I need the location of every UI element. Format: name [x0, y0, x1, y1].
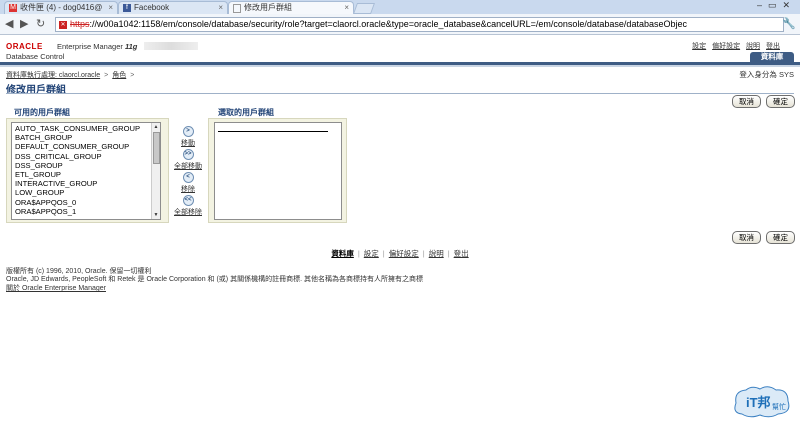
reload-icon[interactable]: ↻ [36, 17, 45, 30]
breadcrumb-separator: > [130, 72, 135, 79]
move-button[interactable]: > 移動 [168, 126, 208, 148]
footer-links: 資料庫 | 設定 | 偏好設定 | 說明 | 登出 [0, 248, 800, 259]
list-item[interactable]: INTERACTIVE_GROUP [12, 179, 160, 188]
close-icon[interactable]: × [218, 2, 223, 14]
tab-label: 修改用戶群組 [244, 3, 292, 12]
page-icon [233, 4, 241, 13]
browser-tab-facebook[interactable]: f Facebook × [118, 1, 228, 15]
new-tab-button[interactable] [352, 3, 376, 14]
title-divider [6, 93, 794, 94]
tab-label: Facebook [134, 3, 170, 12]
footer-separator: | [422, 249, 425, 258]
tab-label: 收件匣 (4) - dog0416@ [20, 3, 103, 12]
empty-placeholder-line [218, 131, 328, 132]
insecure-lock-icon: ✕ [59, 20, 67, 29]
global-links: 設定 偏好設定 說明 登出 [688, 41, 780, 51]
list-item[interactable]: DSS_GROUP [12, 161, 160, 170]
url-input[interactable]: ✕ https://w00a1042:1158/em/console/databa… [55, 17, 784, 32]
product-version: 11g [124, 42, 138, 51]
wrench-icon[interactable]: 🔧 [782, 17, 796, 30]
gmail-icon: M [9, 4, 17, 12]
cancel-button-bottom[interactable]: 取消 [732, 231, 761, 244]
remove-all-button[interactable]: << 全部移除 [168, 195, 208, 217]
move-all-icon: >> [182, 149, 194, 160]
list-item[interactable]: DEFAULT_CONSUMER_GROUP [12, 142, 160, 151]
move-icon: > [182, 126, 194, 137]
product-name: Enterprise Manager [57, 42, 123, 51]
list-item[interactable]: AUTO_TASK_CONSUMER_GROUP [12, 124, 160, 133]
window-controls[interactable]: –▭✕ [757, 0, 796, 11]
global-link-preferences[interactable]: 偏好設定 [712, 43, 740, 50]
list-item[interactable]: ORA$APPQOS_0 [12, 198, 160, 207]
remove-icon: < [182, 172, 194, 183]
scroll-up-icon[interactable]: ▲ [152, 123, 160, 131]
move-label: 移動 [181, 140, 195, 147]
global-link-setup[interactable]: 設定 [692, 43, 706, 50]
back-icon[interactable]: ◀ [5, 17, 13, 30]
move-all-button[interactable]: >> 全部移動 [168, 149, 208, 171]
selected-groups-label: 選取的用戶群組 [218, 108, 274, 117]
footer-separator: | [447, 249, 450, 258]
move-all-label: 全部移動 [174, 163, 202, 170]
watermark-text-2: 幫忙 [772, 402, 786, 411]
scroll-thumb[interactable] [153, 132, 160, 164]
list-item[interactable]: DSS_CRITICAL_GROUP [12, 152, 160, 161]
footer-separator: | [357, 249, 360, 258]
footer-link-preferences[interactable]: 偏好設定 [389, 249, 419, 258]
login-status: 登入身分為 SYS [739, 70, 794, 79]
facebook-icon: f [123, 4, 131, 12]
oracle-logo: ORACLE [6, 42, 43, 51]
address-bar: ◀ ▶ ↻ ✕ https://w00a1042:1158/em/console/… [0, 14, 800, 35]
scroll-down-icon[interactable]: ▼ [152, 211, 160, 219]
breadcrumb-roles[interactable]: 角色 [112, 72, 126, 79]
breadcrumb-database-instance[interactable]: 資料庫執行處理: claorcl.oracle [6, 72, 100, 79]
browser-tab-bar: M 收件匣 (4) - dog0416@ × f Facebook × 修改用戶群組 × … [0, 0, 800, 15]
list-item[interactable]: ORA$APPQOS_1 [12, 207, 160, 216]
list-item[interactable]: ETL_GROUP [12, 170, 160, 179]
blurred-host [144, 42, 198, 50]
footer-separator: | [382, 249, 385, 258]
list-item[interactable]: BATCH_GROUP [12, 133, 160, 142]
scrollbar[interactable]: ▲ ▼ [151, 123, 160, 219]
global-link-help[interactable]: 說明 [746, 43, 760, 50]
available-groups-list[interactable]: AUTO_TASK_CONSUMER_GROUP BATCH_GROUP DEFAU… [11, 122, 161, 220]
remove-all-label: 全部移除 [174, 209, 202, 216]
footer-link-help[interactable]: 說明 [429, 249, 444, 258]
url-path: ://w00a1042:1158/em/console/database/sec… [89, 19, 687, 29]
about-link[interactable]: 關於 Oracle Enterprise Manager [6, 283, 106, 293]
watermark-text-1: iT邦 [746, 395, 771, 410]
cancel-button-top[interactable]: 取消 [732, 95, 761, 108]
product-title: Enterprise Manager 11g [57, 42, 137, 51]
global-link-logout[interactable]: 登出 [766, 43, 780, 50]
ok-button-bottom[interactable]: 確定 [766, 231, 795, 244]
available-groups-label: 可用的用戶群組 [14, 108, 70, 117]
header-divider-light [0, 65, 800, 67]
remove-all-icon: << [182, 195, 194, 206]
tab-database[interactable]: 資料庫 [750, 52, 794, 62]
list-item[interactable]: LOW_GROUP [12, 188, 160, 197]
forward-icon[interactable]: ▶ [20, 17, 28, 30]
breadcrumb: 資料庫執行處理: claorcl.oracle > 角色 > [6, 70, 138, 80]
ithome-watermark-logo: iT邦 幫忙 [734, 386, 790, 418]
footer-link-setup[interactable]: 設定 [364, 249, 379, 258]
product-subtitle: Database Control [6, 52, 65, 61]
selected-groups-list[interactable] [214, 122, 342, 220]
close-icon[interactable]: × [344, 2, 349, 14]
footer-link-logout[interactable]: 登出 [454, 249, 469, 258]
browser-tab-active[interactable]: 修改用戶群組 × [228, 1, 354, 15]
available-groups-items: AUTO_TASK_CONSUMER_GROUP BATCH_GROUP DEFAU… [12, 123, 160, 216]
breadcrumb-separator: > [104, 72, 109, 79]
close-icon[interactable]: × [108, 2, 113, 14]
ok-button-top[interactable]: 確定 [766, 95, 795, 108]
remove-label: 移除 [181, 186, 195, 193]
footer-link-database[interactable]: 資料庫 [331, 249, 354, 258]
remove-button[interactable]: < 移除 [168, 172, 208, 194]
browser-tab-gmail[interactable]: M 收件匣 (4) - dog0416@ × [4, 1, 118, 15]
url-scheme: https [70, 19, 90, 29]
